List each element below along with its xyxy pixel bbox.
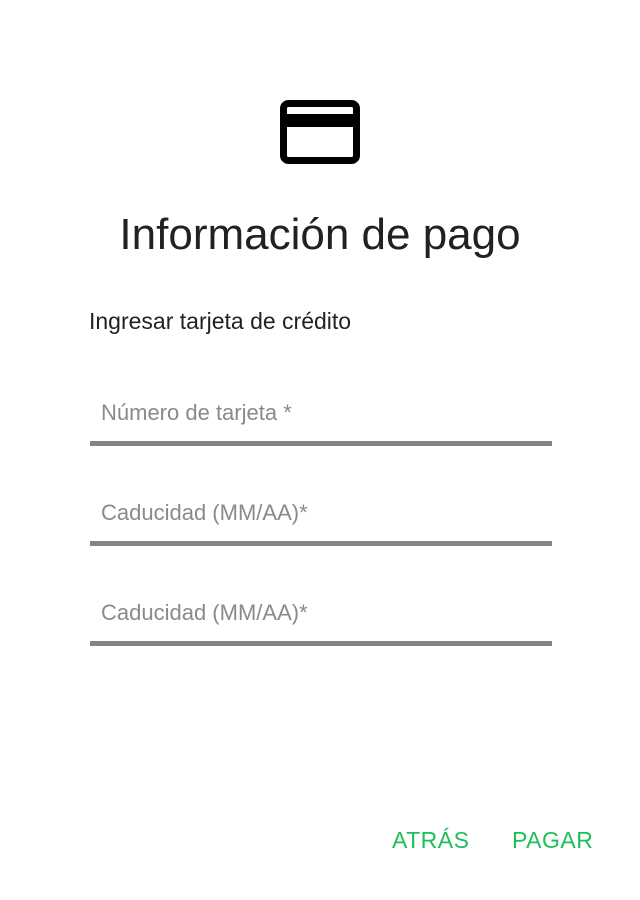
page-title: Información de pago [119, 210, 521, 259]
pay-button[interactable]: PAGAR [512, 822, 593, 858]
card-number-field [90, 386, 552, 446]
credit-card-icon [280, 100, 360, 164]
back-button[interactable]: ATRÁS [392, 822, 469, 858]
expiry-underline [90, 541, 552, 546]
expiry-field-2 [90, 586, 552, 646]
expiry-field [90, 486, 552, 546]
expiry-input-2[interactable] [90, 586, 552, 640]
section-subtitle: Ingresar tarjeta de crédito [89, 308, 352, 334]
expiry-input[interactable] [90, 486, 552, 540]
card-number-input[interactable] [90, 386, 552, 440]
expiry-underline-2 [90, 641, 552, 646]
card-number-underline [90, 441, 552, 446]
